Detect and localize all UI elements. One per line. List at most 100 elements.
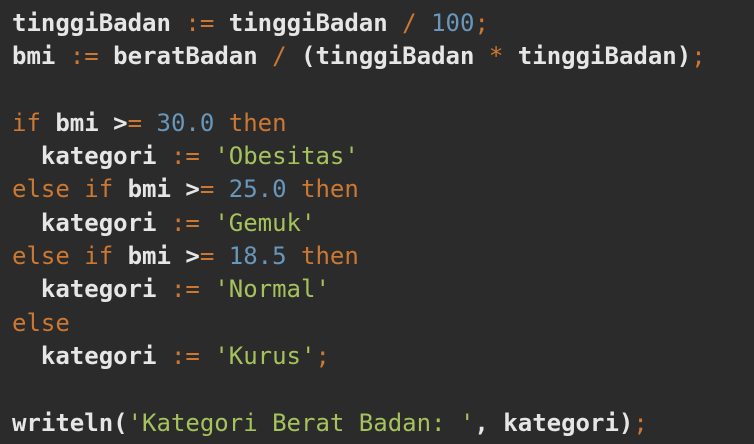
number-literal: 18.5 [228, 242, 287, 271]
identifier-token: kategori [40, 275, 157, 304]
identifier-token: bmi [127, 175, 171, 204]
code-line[interactable]: if bmi >= 30.0 then [12, 107, 754, 140]
identifier-token: kategori [40, 208, 157, 237]
keyword-token: then [301, 242, 359, 271]
operator-token: := [185, 9, 215, 37]
identifier-token: bmi [127, 242, 171, 271]
number-literal: 100 [431, 9, 475, 37]
code-line[interactable]: kategori := 'Gemuk' [12, 207, 754, 240]
keyword-token: else [12, 308, 70, 337]
operator-token: / [402, 9, 417, 37]
punctuation-token: , [474, 408, 489, 437]
code-line[interactable]: else if bmi >= 18.5 then [12, 240, 754, 273]
code-line[interactable]: kategori := 'Normal' [12, 273, 754, 306]
keyword-token: then [301, 175, 359, 204]
punctuation-token: > [113, 108, 128, 137]
identifier-token: beratBadan [113, 42, 258, 71]
identifier-token: tinggiBadan [12, 9, 171, 37]
punctuation-token: > [185, 242, 200, 271]
keyword-token: if [84, 175, 114, 204]
identifier-token: bmi [12, 42, 56, 71]
operator-token: := [170, 142, 200, 171]
operator-token: ; [633, 408, 648, 437]
number-literal: 25.0 [228, 175, 287, 204]
code-line[interactable]: else [12, 307, 754, 340]
keyword-token: then [228, 108, 287, 137]
punctuation-token: ) [676, 42, 692, 71]
identifier-token: tinggiBadan [315, 42, 475, 71]
punctuation-token: > [185, 175, 200, 204]
keyword-token: else [12, 175, 70, 204]
operator-token: := [170, 208, 200, 237]
punctuation-token: ( [113, 408, 128, 437]
operator-token: := [170, 341, 200, 370]
code-line[interactable] [12, 373, 754, 406]
keyword-token: else [12, 242, 70, 271]
operator-token: ; [691, 42, 706, 71]
identifier-token: kategori [503, 408, 619, 437]
string-literal: 'Obesitas' [214, 142, 359, 171]
code-line[interactable]: kategori := 'Kurus'; [12, 340, 754, 373]
code-line[interactable]: else if bmi >= 25.0 then [12, 173, 754, 206]
code-line[interactable]: writeln('Kategori Berat Badan: ', katego… [12, 407, 754, 440]
code-line[interactable]: kategori := 'Obesitas' [12, 140, 754, 173]
identifier-token: writeln [12, 408, 114, 437]
operator-token: = [127, 108, 143, 137]
string-literal: 'Kurus' [214, 341, 316, 370]
identifier-token: kategori [40, 142, 157, 171]
code-line[interactable] [12, 74, 754, 107]
identifier-token: tinggiBadan [517, 42, 677, 71]
keyword-token: if [84, 242, 114, 271]
operator-token: ; [474, 9, 489, 37]
operator-token: ; [315, 341, 330, 370]
operator-token: * [488, 42, 504, 71]
string-literal: 'Gemuk' [214, 208, 316, 237]
identifier-token: tinggiBadan [228, 9, 388, 37]
code-editor[interactable]: tinggiBadan := tinggiBadan / 100; bmi := … [0, 0, 754, 444]
identifier-token: kategori [40, 341, 157, 370]
code-area[interactable]: tinggiBadan := tinggiBadan / 100; bmi := … [12, 7, 754, 440]
operator-token: / [272, 42, 287, 71]
punctuation-token: ( [301, 42, 316, 71]
code-line[interactable]: bmi := beratBadan / (tinggiBadan * tingg… [12, 40, 754, 73]
number-literal: 30.0 [156, 108, 215, 137]
punctuation-token: ) [618, 408, 634, 437]
keyword-token: if [12, 108, 41, 137]
code-line[interactable]: tinggiBadan := tinggiBadan / 100; [12, 7, 754, 40]
